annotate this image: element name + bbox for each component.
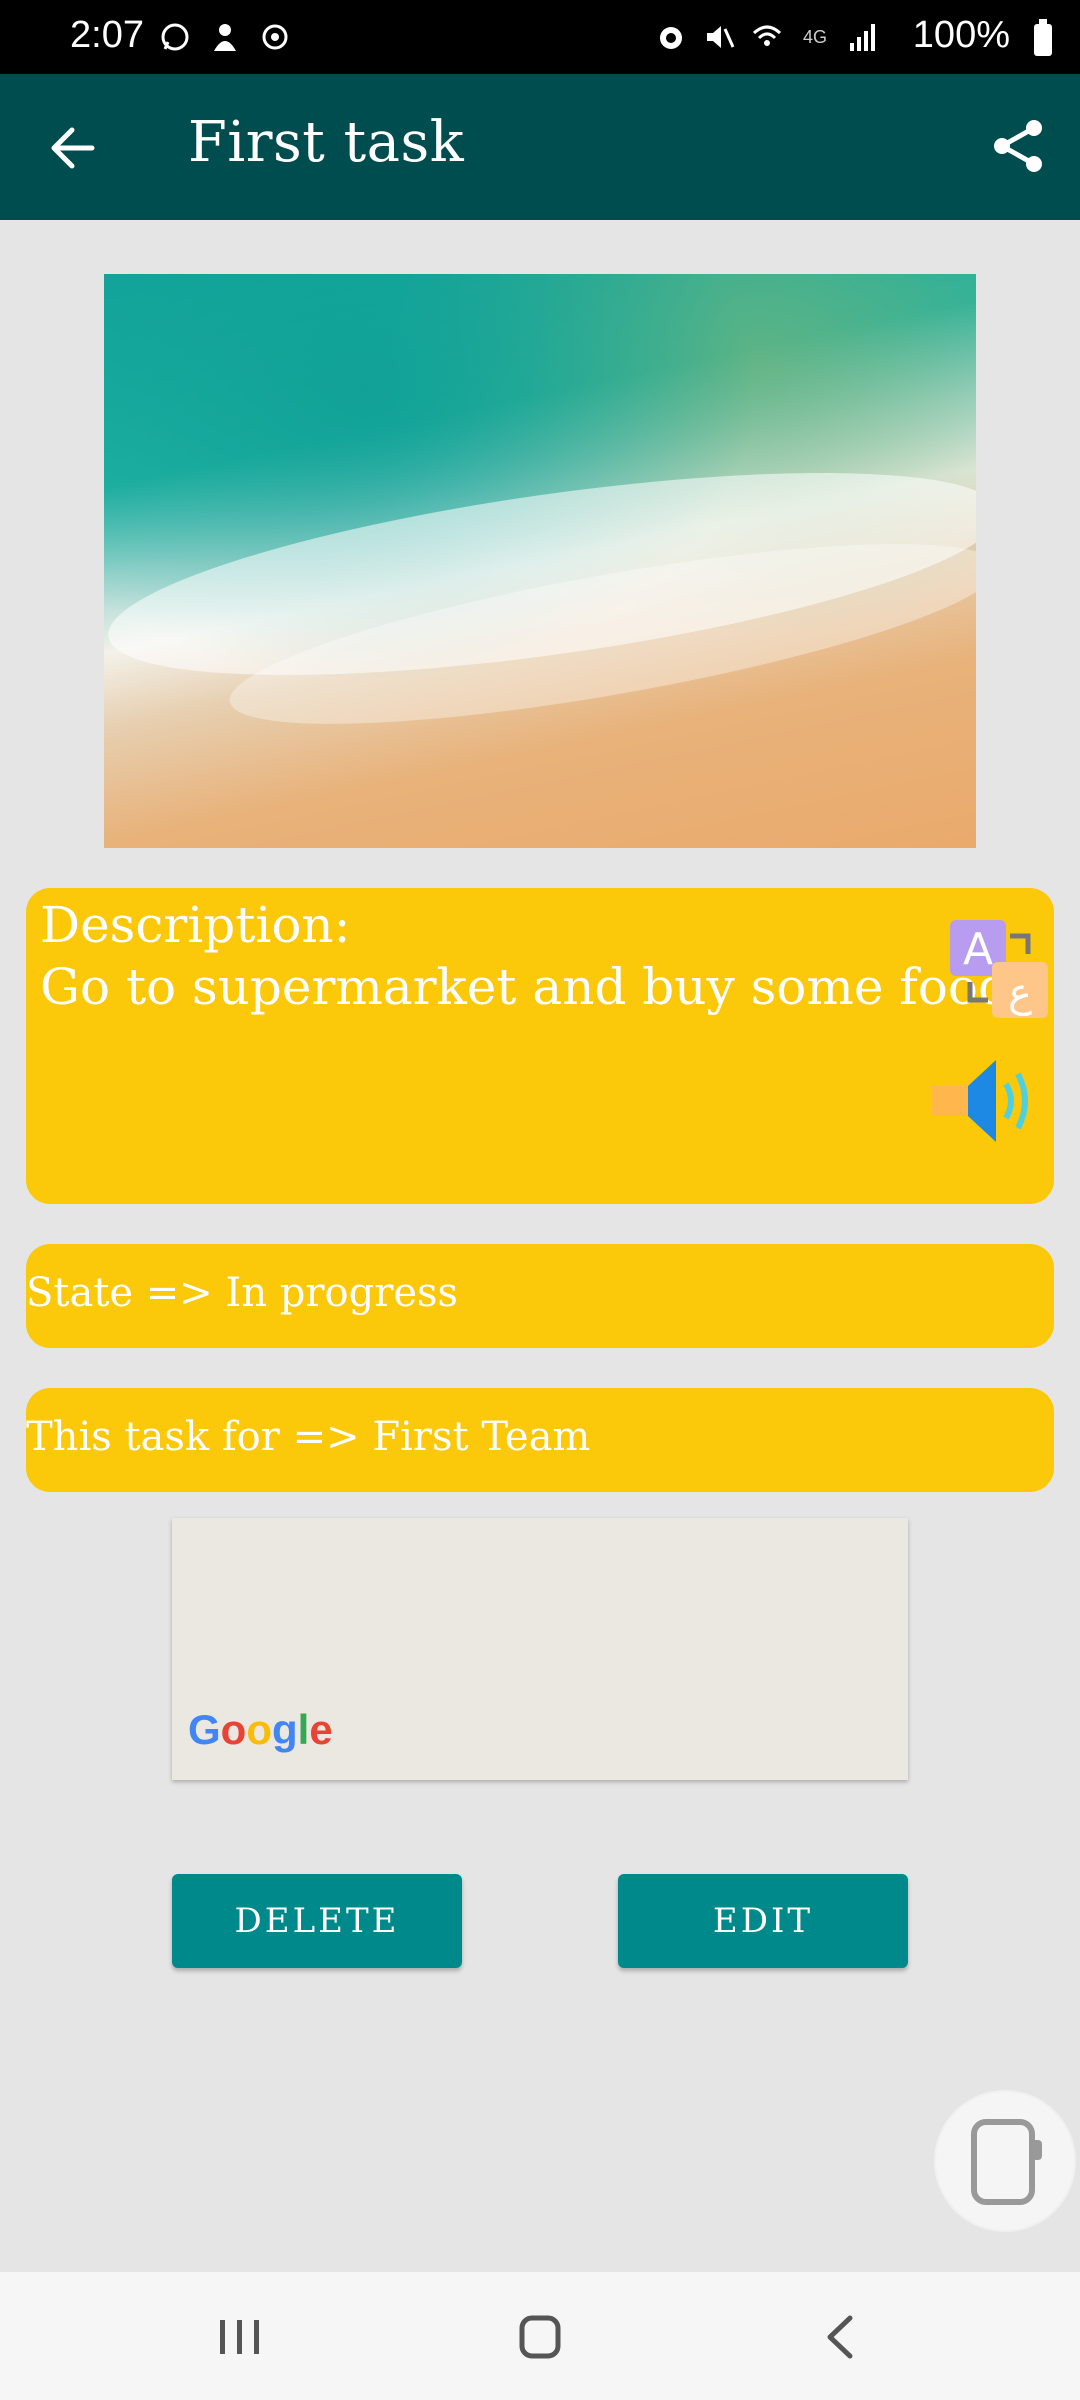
status-right-icons: 4G [654,20,880,54]
back-arrow-icon[interactable] [44,118,104,178]
nav-back-icon[interactable] [812,2312,872,2362]
state-card: State => In progress [26,1244,1054,1348]
edit-button[interactable]: EDIT [618,1874,908,1968]
battery-percent: 100% [912,14,1010,56]
team-card: This task for => First Team [26,1388,1054,1492]
description-label: Description: [40,896,351,954]
system-nav-bar [0,2272,1080,2400]
status-left-icons [158,20,292,54]
whatsapp-icon [158,20,192,54]
phone-outline-icon [971,2119,1042,2205]
task-image [104,274,976,848]
translate-icon[interactable]: A ع [944,914,1054,1024]
status-time: 2:07 [70,14,144,56]
page-title: First task [188,110,465,175]
team-text: This task for => First Team [26,1414,591,1460]
alarm-icon [654,20,688,54]
app-bar: First task [0,74,1080,220]
svg-text:ع: ع [1008,970,1032,1016]
wifi-icon [750,20,784,54]
network-type-label: 4G [802,26,827,47]
recent-apps-icon[interactable] [210,2312,270,2362]
svg-text:A: A [963,924,993,975]
description-card: Description: Go to supermarket and buy s… [26,888,1054,1204]
speaker-icon[interactable] [930,1056,1040,1146]
sync-icon [258,20,292,54]
mute-icon [702,20,736,54]
state-text: State => In progress [26,1270,459,1316]
description-text: Go to supermarket and buy some food [40,958,1011,1016]
signal-icon [846,20,880,54]
home-icon[interactable] [510,2312,570,2362]
battery-icon [1034,19,1052,56]
floating-overlay-button[interactable] [934,2090,1076,2232]
notification-icon [208,20,242,54]
delete-button[interactable]: DELETE [172,1874,462,1968]
share-icon[interactable] [986,114,1050,178]
status-bar: 2:07 4G 100% [0,0,1080,74]
map-view[interactable]: Google [172,1518,908,1780]
google-logo: Google [188,1706,333,1753]
